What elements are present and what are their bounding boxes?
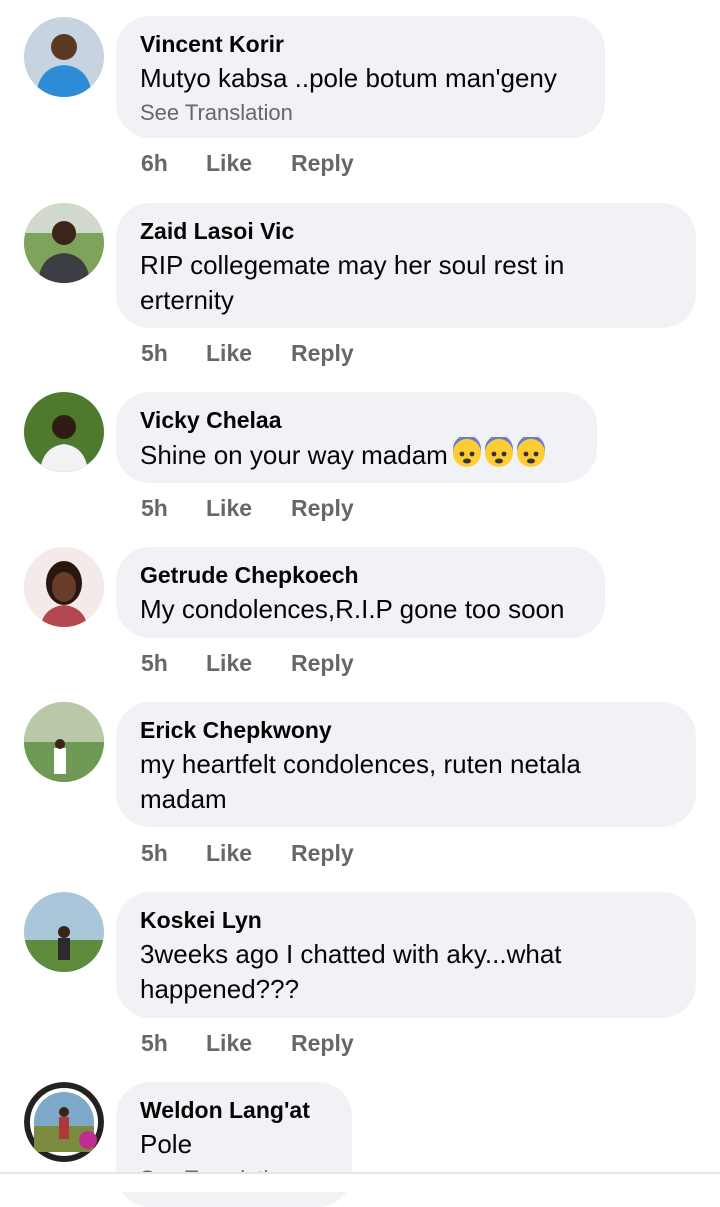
comment-text: My condolences,R.I.P gone too soon (140, 594, 565, 624)
comment-actions: 5h Like Reply (141, 495, 354, 522)
comment-author[interactable]: Weldon Lang'at (140, 1096, 328, 1124)
comment-actions: 5h Like Reply (141, 340, 354, 367)
comment-text-content: Shine on your way madam (140, 440, 448, 470)
like-button[interactable]: Like (206, 340, 291, 367)
comment-actions: 5h Like Reply (141, 650, 354, 677)
comment-bubble: Vicky Chelaa Shine on your way madam (116, 392, 597, 483)
comment-time[interactable]: 5h (141, 1030, 206, 1057)
comment-text: RIP collegemate may her soul rest in ert… (140, 250, 565, 315)
comment-text: 3weeks ago I chatted with aky...what hap… (140, 939, 562, 1004)
reply-button[interactable]: Reply (291, 495, 354, 522)
reply-button[interactable]: Reply (291, 650, 354, 677)
fearful-face-icon (452, 437, 548, 469)
like-button[interactable]: Like (206, 840, 291, 867)
avatar[interactable] (24, 547, 104, 627)
reply-button[interactable]: Reply (291, 840, 354, 867)
comment-bubble: Erick Chepkwony my heartfelt condolences… (116, 702, 696, 827)
reply-button[interactable]: Reply (291, 1030, 354, 1057)
comment-bubble: Zaid Lasoi Vic RIP collegemate may her s… (116, 203, 696, 328)
bottom-divider (0, 1172, 720, 1192)
reply-button[interactable]: Reply (291, 340, 354, 367)
comment-time[interactable]: 5h (141, 495, 206, 522)
avatar[interactable] (24, 17, 104, 97)
comment-bubble: Getrude Chepkoech My condolences,R.I.P g… (116, 547, 605, 638)
reply-button[interactable]: Reply (291, 150, 354, 177)
comment-time[interactable]: 6h (141, 150, 206, 177)
comment-author[interactable]: Koskei Lyn (140, 906, 672, 934)
comment-text: Pole (140, 1129, 193, 1159)
comment-actions: 5h Like Reply (141, 1030, 354, 1057)
comment-author[interactable]: Zaid Lasoi Vic (140, 217, 672, 245)
comment-bubble: Koskei Lyn 3weeks ago I chatted with aky… (116, 892, 696, 1018)
comment-time[interactable]: 5h (141, 840, 206, 867)
comment-text: Mutyo kabsa ..pole botum man'geny (140, 63, 557, 93)
comment-author[interactable]: Erick Chepkwony (140, 716, 672, 744)
see-translation-link[interactable]: See Translation (140, 98, 581, 128)
comment-actions: 6h Like Reply (141, 150, 354, 177)
like-button[interactable]: Like (206, 150, 291, 177)
comment-actions: 5h Like Reply (141, 840, 354, 867)
avatar[interactable] (24, 1082, 104, 1162)
comment-text: my heartfelt condolences, ruten netala m… (140, 749, 581, 814)
avatar[interactable] (24, 392, 104, 472)
avatar[interactable] (24, 892, 104, 972)
like-button[interactable]: Like (206, 1030, 291, 1057)
avatar[interactable] (24, 203, 104, 283)
comment-text: Shine on your way madam (140, 437, 573, 473)
comment-time[interactable]: 5h (141, 650, 206, 677)
avatar[interactable] (24, 702, 104, 782)
like-button[interactable]: Like (206, 495, 291, 522)
comment-author[interactable]: Vincent Korir (140, 30, 581, 58)
comment-author[interactable]: Getrude Chepkoech (140, 561, 581, 589)
comment-author[interactable]: Vicky Chelaa (140, 406, 573, 434)
comment-time[interactable]: 5h (141, 340, 206, 367)
comment-bubble: Vincent Korir Mutyo kabsa ..pole botum m… (116, 16, 605, 138)
like-button[interactable]: Like (206, 650, 291, 677)
